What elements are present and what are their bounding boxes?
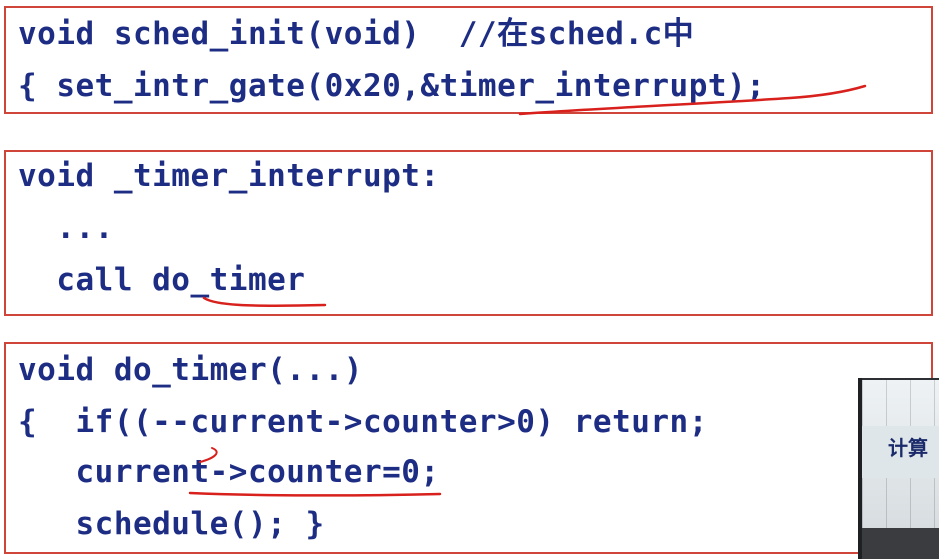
code-line: { if((--current->counter>0) return; [18,404,708,440]
video-floor [858,528,939,559]
code-line: void _timer_interrupt: [18,158,440,194]
code-line: void sched_init(void) //在sched.c中 [18,16,695,52]
code-line: current->counter=0; [18,454,440,490]
code-box-do-timer: void do_timer(...) { if((--current->coun… [4,342,933,554]
code-line: void do_timer(...) [18,352,363,388]
code-line: call do_timer [18,262,306,298]
video-inset: 计算 [858,378,939,559]
code-line: ... [18,210,114,246]
code-box-timer-interrupt: void _timer_interrupt: ... call do_timer [4,150,933,316]
video-sign-text: 计算 [888,436,928,460]
code-box-sched-init: void sched_init(void) //在sched.c中 { set_… [4,6,933,114]
code-line: schedule(); } [18,506,325,542]
code-line: { set_intr_gate(0x20,&timer_interrupt); [18,68,766,104]
video-frame-edge [858,378,862,559]
